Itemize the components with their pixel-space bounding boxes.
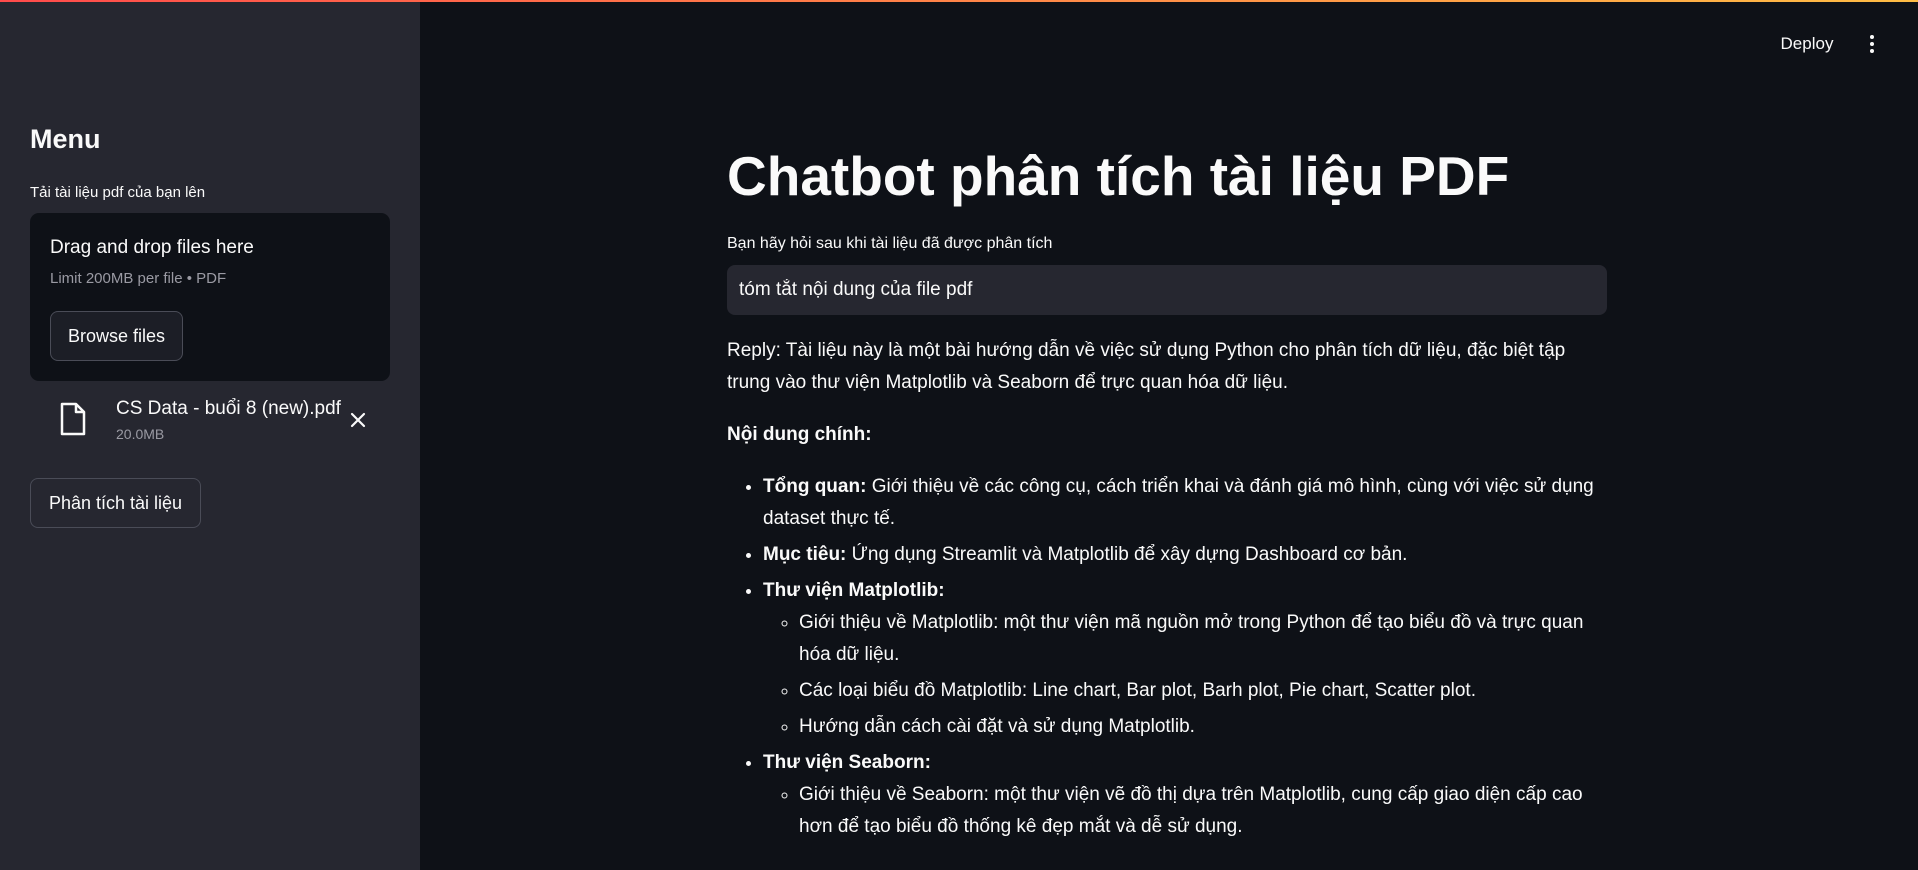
file-icon — [60, 402, 86, 436]
dropzone-title: Drag and drop files here — [50, 237, 254, 258]
more-options-icon[interactable] — [1860, 32, 1884, 56]
sidebar: Menu Tải tài liệu pdf của bạn lên Drag a… — [0, 0, 420, 870]
main-content: Chatbot phân tích tài liệu PDF Bạn hãy h… — [727, 0, 1607, 870]
sub-list-item: Giới thiệu về Seaborn: một thư viện vẽ đ… — [799, 779, 1607, 843]
reply-heading: Nội dung chính: — [727, 424, 872, 445]
sub-list: Giới thiệu về Seaborn: một thư viện vẽ đ… — [763, 779, 1607, 843]
list-item: Tổng quan: Giới thiệu về các công cụ, cá… — [763, 471, 1607, 535]
deploy-button[interactable]: Deploy — [1772, 30, 1842, 58]
list-item: Mục tiêu: Ứng dụng Streamlit và Matplotl… — [763, 539, 1607, 571]
reply-content: Reply: Tài liệu này là một bài hướng dẫn… — [727, 335, 1607, 847]
sub-list-item: Giới thiệu về Matplotlib: một thư viện m… — [799, 607, 1607, 671]
analyze-document-button[interactable]: Phân tích tài liệu — [30, 478, 201, 528]
uploader-label: Tải tài liệu pdf của bạn lên — [30, 184, 206, 201]
browse-files-button[interactable]: Browse files — [50, 311, 183, 361]
sub-list-item: Hướng dẫn cách cài đặt và sử dụng Matplo… — [799, 711, 1607, 743]
uploaded-file-item: CS Data - buổi 8 (new).pdf 20.0MB — [30, 392, 390, 452]
dropzone-limit: Limit 200MB per file • PDF — [50, 270, 227, 287]
sub-list: Giới thiệu về Matplotlib: một thư viện m… — [763, 607, 1607, 743]
list-item: Thư viện Matplotlib: Giới thiệu về Matpl… — [763, 575, 1607, 743]
sub-list-item: Các loại biểu đồ Matplotlib: Line chart,… — [799, 675, 1607, 707]
reply-intro: Reply: Tài liệu này là một bài hướng dẫn… — [727, 340, 1566, 393]
question-input[interactable] — [727, 265, 1607, 315]
page-title: Chatbot phân tích tài liệu PDF — [727, 145, 1510, 207]
file-name: CS Data - buổi 8 (new).pdf — [116, 398, 341, 419]
top-accent-bar — [0, 0, 1918, 2]
close-icon[interactable] — [346, 408, 370, 432]
file-size: 20.0MB — [116, 426, 165, 442]
file-dropzone[interactable]: Drag and drop files here Limit 200MB per… — [30, 213, 390, 381]
sidebar-title: Menu — [30, 124, 101, 154]
question-label: Bạn hãy hỏi sau khi tài liệu đã được phâ… — [727, 235, 1053, 252]
reply-list: Tổng quan: Giới thiệu về các công cụ, cá… — [727, 471, 1607, 843]
list-item: Thư viện Seaborn: Giới thiệu về Seaborn:… — [763, 747, 1607, 843]
